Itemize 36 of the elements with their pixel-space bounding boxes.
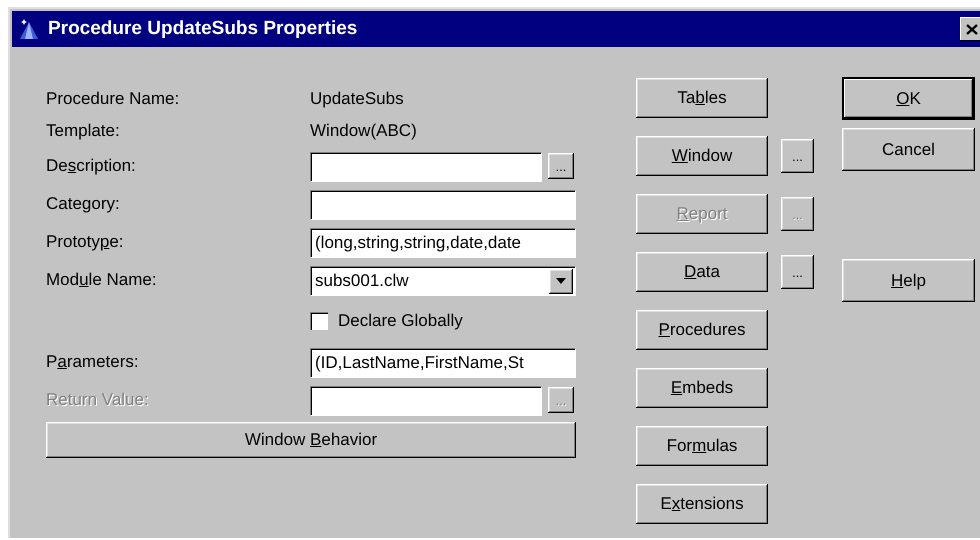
ellipsis-button[interactable]: ... (781, 139, 814, 173)
field-label: Parameters: (46, 351, 140, 374)
tool-button[interactable]: Embeds (636, 368, 768, 408)
tool-button[interactable]: Extensions (636, 484, 768, 524)
input-field[interactable]: (long,string,string,date,date (310, 228, 575, 256)
input-field[interactable]: (ID,LastName,FirstName,St (310, 348, 575, 376)
close-button[interactable] (960, 17, 980, 41)
dialog-button[interactable]: Cancel (842, 128, 975, 171)
field-label: Prototype: (46, 231, 125, 254)
checkbox-label: Declare Globally (338, 310, 463, 332)
field-label: Template: (46, 120, 121, 142)
field-label: Return Value: (46, 389, 150, 412)
field-label: Description: (46, 155, 137, 178)
input-field[interactable] (310, 152, 541, 180)
ellipsis-button[interactable]: ... (781, 255, 814, 289)
checkbox[interactable] (310, 312, 328, 330)
field-label: Procedure Name: (46, 88, 180, 110)
tool-button[interactable]: Procedures (636, 310, 768, 350)
field-value: Window(ABC) (310, 120, 417, 142)
close-icon (966, 24, 978, 34)
field-label: Module Name: (46, 269, 158, 292)
tool-button[interactable]: Data (636, 252, 768, 292)
dialog-button[interactable]: Help (842, 259, 975, 302)
tool-button[interactable]: Tables (636, 78, 768, 118)
dropdown-field[interactable]: subs001.clw (310, 266, 575, 294)
dialog-button[interactable]: OK (842, 77, 975, 120)
input-field[interactable] (310, 190, 575, 218)
field-value: UpdateSubs (310, 88, 404, 110)
tool-button[interactable]: Window (636, 136, 768, 176)
window-title: Procedure UpdateSubs Properties (48, 16, 358, 41)
tool-button[interactable]: Formulas (636, 426, 768, 466)
field-label: Category: (46, 193, 121, 216)
input-field[interactable] (310, 386, 541, 414)
window-behavior-button[interactable]: Window Behavior (46, 422, 576, 458)
ellipsis-button[interactable]: ... (548, 153, 574, 179)
triangle-icon (18, 18, 40, 40)
